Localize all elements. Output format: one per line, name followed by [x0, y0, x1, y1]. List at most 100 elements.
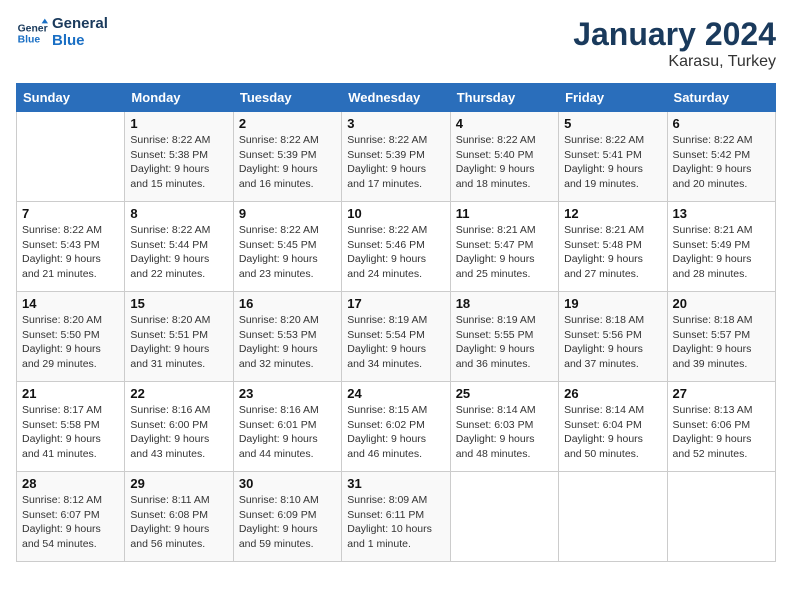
day-info: Sunrise: 8:09 AM Sunset: 6:11 PM Dayligh… — [347, 493, 444, 552]
calendar-table: SundayMondayTuesdayWednesdayThursdayFrid… — [16, 83, 776, 562]
calendar-cell: 12Sunrise: 8:21 AM Sunset: 5:48 PM Dayli… — [559, 202, 667, 292]
calendar-cell: 7 Sunrise: 8:22 AM Sunset: 5:43 PM Daylig… — [17, 202, 125, 292]
calendar-cell: 22Sunrise: 8:16 AM Sunset: 6:00 PM Dayli… — [125, 382, 233, 472]
calendar-cell: 2 Sunrise: 8:22 AM Sunset: 5:39 PM Daylig… — [233, 112, 341, 202]
day-info: Sunrise: 8:14 AM Sunset: 6:03 PM Dayligh… — [456, 403, 553, 462]
day-info: Sunrise: 8:22 AM Sunset: 5:45 PM Dayligh… — [239, 223, 336, 282]
weekday-header-tuesday: Tuesday — [233, 84, 341, 112]
calendar-cell: 20 Sunrise: 8:18 AM Sunset: 5:57 PM Dayli… — [667, 292, 775, 382]
day-number: 4 — [456, 116, 553, 131]
calendar-cell: 29 Sunrise: 8:11 AM Sunset: 6:08 PM Dayli… — [125, 472, 233, 562]
day-number: 23 — [239, 386, 336, 401]
day-number: 30 — [239, 476, 336, 491]
day-number: 13 — [673, 206, 770, 221]
day-info: Sunrise: 8:22 AM Sunset: 5:39 PM Dayligh… — [347, 133, 444, 192]
day-info: Sunrise: 8:18 AM Sunset: 5:57 PM Dayligh… — [673, 313, 770, 372]
day-info: Sunrise: 8:21 AM Sunset: 5:49 PM Dayligh… — [673, 223, 770, 282]
day-number: 5 — [564, 116, 661, 131]
logo-blue: Blue — [52, 33, 108, 50]
calendar-cell: 25 Sunrise: 8:14 AM Sunset: 6:03 PM Dayli… — [450, 382, 558, 472]
calendar-cell: 18Sunrise: 8:19 AM Sunset: 5:55 PM Dayli… — [450, 292, 558, 382]
calendar-cell: 28Sunrise: 8:12 AM Sunset: 6:07 PM Dayli… — [17, 472, 125, 562]
calendar-cell: 6 Sunrise: 8:22 AM Sunset: 5:42 PM Daylig… — [667, 112, 775, 202]
day-info: Sunrise: 8:16 AM Sunset: 6:01 PM Dayligh… — [239, 403, 336, 462]
day-info: Sunrise: 8:19 AM Sunset: 5:54 PM Dayligh… — [347, 313, 444, 372]
title-block: January 2024 Karasu, Turkey — [573, 16, 776, 71]
day-info: Sunrise: 8:21 AM Sunset: 5:47 PM Dayligh… — [456, 223, 553, 282]
day-info: Sunrise: 8:18 AM Sunset: 5:56 PM Dayligh… — [564, 313, 661, 372]
logo: General Blue General Blue — [16, 16, 108, 49]
location-subtitle: Karasu, Turkey — [573, 53, 776, 71]
calendar-cell: 27Sunrise: 8:13 AM Sunset: 6:06 PM Dayli… — [667, 382, 775, 472]
calendar-cell: 16 Sunrise: 8:20 AM Sunset: 5:53 PM Dayli… — [233, 292, 341, 382]
weekday-header-friday: Friday — [559, 84, 667, 112]
day-info: Sunrise: 8:11 AM Sunset: 6:08 PM Dayligh… — [130, 493, 227, 552]
day-info: Sunrise: 8:22 AM Sunset: 5:41 PM Dayligh… — [564, 133, 661, 192]
calendar-cell: 26 Sunrise: 8:14 AM Sunset: 6:04 PM Dayli… — [559, 382, 667, 472]
day-number: 24 — [347, 386, 444, 401]
calendar-cell: 31 Sunrise: 8:09 AM Sunset: 6:11 PM Dayli… — [342, 472, 450, 562]
day-info: Sunrise: 8:14 AM Sunset: 6:04 PM Dayligh… — [564, 403, 661, 462]
day-info: Sunrise: 8:12 AM Sunset: 6:07 PM Dayligh… — [22, 493, 119, 552]
calendar-cell: 5 Sunrise: 8:22 AM Sunset: 5:41 PM Daylig… — [559, 112, 667, 202]
day-info: Sunrise: 8:22 AM Sunset: 5:46 PM Dayligh… — [347, 223, 444, 282]
day-number: 6 — [673, 116, 770, 131]
day-info: Sunrise: 8:20 AM Sunset: 5:50 PM Dayligh… — [22, 313, 119, 372]
calendar-week-4: 21 Sunrise: 8:17 AM Sunset: 5:58 PM Dayli… — [17, 382, 776, 472]
day-number: 7 — [22, 206, 119, 221]
calendar-cell — [559, 472, 667, 562]
calendar-body: 1 Sunrise: 8:22 AM Sunset: 5:38 PM Daylig… — [17, 112, 776, 562]
day-number: 25 — [456, 386, 553, 401]
calendar-cell — [450, 472, 558, 562]
day-info: Sunrise: 8:15 AM Sunset: 6:02 PM Dayligh… — [347, 403, 444, 462]
day-number: 31 — [347, 476, 444, 491]
day-info: Sunrise: 8:22 AM Sunset: 5:40 PM Dayligh… — [456, 133, 553, 192]
day-number: 22 — [130, 386, 227, 401]
calendar-cell: 21 Sunrise: 8:17 AM Sunset: 5:58 PM Dayli… — [17, 382, 125, 472]
day-number: 1 — [130, 116, 227, 131]
day-number: 2 — [239, 116, 336, 131]
day-number: 10 — [347, 206, 444, 221]
weekday-header-sunday: Sunday — [17, 84, 125, 112]
calendar-cell: 3Sunrise: 8:22 AM Sunset: 5:39 PM Daylig… — [342, 112, 450, 202]
calendar-cell: 10 Sunrise: 8:22 AM Sunset: 5:46 PM Dayli… — [342, 202, 450, 292]
calendar-week-1: 1 Sunrise: 8:22 AM Sunset: 5:38 PM Daylig… — [17, 112, 776, 202]
day-number: 19 — [564, 296, 661, 311]
day-info: Sunrise: 8:22 AM Sunset: 5:42 PM Dayligh… — [673, 133, 770, 192]
calendar-cell: 4 Sunrise: 8:22 AM Sunset: 5:40 PM Daylig… — [450, 112, 558, 202]
day-info: Sunrise: 8:22 AM Sunset: 5:38 PM Dayligh… — [130, 133, 227, 192]
calendar-cell — [667, 472, 775, 562]
day-info: Sunrise: 8:20 AM Sunset: 5:53 PM Dayligh… — [239, 313, 336, 372]
day-number: 20 — [673, 296, 770, 311]
calendar-cell: 30 Sunrise: 8:10 AM Sunset: 6:09 PM Dayli… — [233, 472, 341, 562]
calendar-week-3: 14Sunrise: 8:20 AM Sunset: 5:50 PM Dayli… — [17, 292, 776, 382]
calendar-cell: 24 Sunrise: 8:15 AM Sunset: 6:02 PM Dayli… — [342, 382, 450, 472]
calendar-cell: 15Sunrise: 8:20 AM Sunset: 5:51 PM Dayli… — [125, 292, 233, 382]
logo-icon: General Blue — [16, 17, 48, 49]
day-info: Sunrise: 8:10 AM Sunset: 6:09 PM Dayligh… — [239, 493, 336, 552]
day-info: Sunrise: 8:17 AM Sunset: 5:58 PM Dayligh… — [22, 403, 119, 462]
day-info: Sunrise: 8:21 AM Sunset: 5:48 PM Dayligh… — [564, 223, 661, 282]
day-number: 16 — [239, 296, 336, 311]
day-info: Sunrise: 8:19 AM Sunset: 5:55 PM Dayligh… — [456, 313, 553, 372]
day-number: 26 — [564, 386, 661, 401]
logo-general: General — [52, 16, 108, 33]
day-number: 17 — [347, 296, 444, 311]
day-info: Sunrise: 8:22 AM Sunset: 5:43 PM Dayligh… — [22, 223, 119, 282]
weekday-header-wednesday: Wednesday — [342, 84, 450, 112]
day-info: Sunrise: 8:13 AM Sunset: 6:06 PM Dayligh… — [673, 403, 770, 462]
month-title: January 2024 — [573, 16, 776, 53]
day-info: Sunrise: 8:22 AM Sunset: 5:39 PM Dayligh… — [239, 133, 336, 192]
day-info: Sunrise: 8:20 AM Sunset: 5:51 PM Dayligh… — [130, 313, 227, 372]
calendar-cell: 11 Sunrise: 8:21 AM Sunset: 5:47 PM Dayli… — [450, 202, 558, 292]
page-header: General Blue General Blue January 2024 K… — [16, 16, 776, 71]
calendar-cell: 19 Sunrise: 8:18 AM Sunset: 5:56 PM Dayli… — [559, 292, 667, 382]
day-number: 21 — [22, 386, 119, 401]
calendar-week-5: 28Sunrise: 8:12 AM Sunset: 6:07 PM Dayli… — [17, 472, 776, 562]
calendar-cell: 13 Sunrise: 8:21 AM Sunset: 5:49 PM Dayli… — [667, 202, 775, 292]
day-number: 29 — [130, 476, 227, 491]
day-info: Sunrise: 8:22 AM Sunset: 5:44 PM Dayligh… — [130, 223, 227, 282]
day-number: 9 — [239, 206, 336, 221]
day-number: 11 — [456, 206, 553, 221]
svg-text:Blue: Blue — [18, 34, 41, 45]
